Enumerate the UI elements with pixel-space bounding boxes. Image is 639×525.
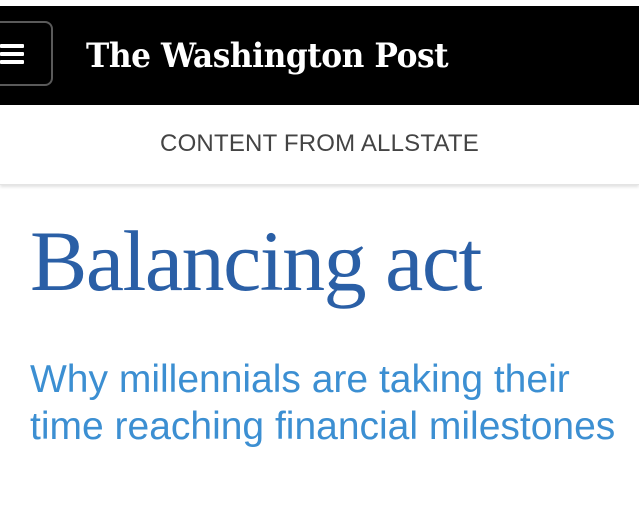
masthead-logo[interactable]: The Washington Post <box>86 34 449 78</box>
article-headline: Balancing act <box>30 213 482 309</box>
hamburger-menu-icon <box>0 41 24 67</box>
article-subheadline: Why millennials are taking their time re… <box>30 358 616 448</box>
menu-button[interactable] <box>0 21 53 86</box>
site-header: The Washington Post <box>0 6 639 105</box>
sponsor-label: CONTENT FROM ALLSTATE <box>160 130 479 157</box>
sponsor-strip: CONTENT FROM ALLSTATE <box>0 105 639 185</box>
